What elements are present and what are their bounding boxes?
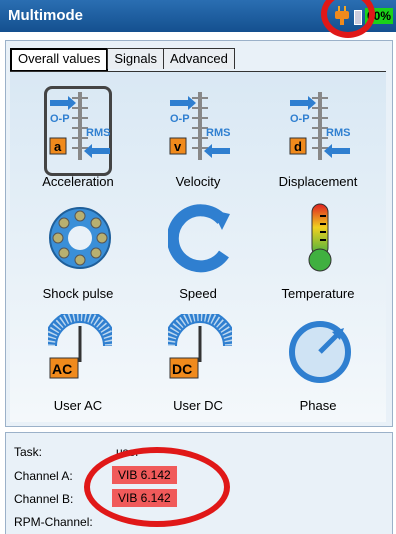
measurement-grid: O-P RMS a Acceleration O-P RMS v Velocit… — [10, 71, 386, 422]
svg-text:RMS: RMS — [326, 127, 350, 139]
user-dc-icon: DC — [168, 314, 232, 379]
speed-button[interactable]: Speed — [140, 192, 256, 304]
phase-label: Phase — [299, 398, 337, 413]
temperature-button[interactable]: Temperature — [260, 192, 376, 304]
channel-b-label: Channel B: — [14, 492, 74, 506]
shock-pulse-label: Shock pulse — [42, 286, 114, 301]
svg-text:O-P: O-P — [290, 113, 310, 125]
tab-bar: Overall values Signals Advanced — [10, 48, 235, 72]
title-bar: Multimode 00% — [0, 0, 396, 32]
speed-icon — [168, 204, 230, 273]
velocity-button[interactable]: O-P RMS v Velocity — [140, 80, 256, 192]
svg-text:O-P: O-P — [50, 113, 70, 125]
svg-text:d: d — [294, 139, 302, 154]
info-panel: Task: user Channel A: VIB 6.142 Channel … — [5, 432, 393, 534]
user-dc-label: User DC — [173, 398, 223, 413]
tab-signals[interactable]: Signals — [107, 48, 165, 69]
channel-a-value: VIB 6.142 — [112, 466, 177, 484]
shock-pulse-icon — [49, 207, 111, 269]
task-value: user — [116, 445, 140, 459]
battery-level: 00% — [365, 8, 394, 24]
task-label: Task: — [14, 445, 43, 459]
svg-text:a: a — [54, 139, 62, 154]
temperature-icon — [308, 203, 332, 272]
status-icons: 00% — [316, 6, 396, 26]
svg-text:O-P: O-P — [170, 113, 190, 125]
svg-text:v: v — [174, 139, 182, 154]
acceleration-label: Acceleration — [42, 174, 114, 189]
temperature-label: Temperature — [281, 286, 355, 301]
svg-text:RMS: RMS — [86, 127, 110, 139]
velocity-label: Velocity — [175, 174, 221, 189]
rpm-channel-label: RPM-Channel: — [14, 515, 93, 529]
tab-overall-values[interactable]: Overall values — [10, 48, 109, 72]
channel-a-label: Channel A: — [14, 469, 73, 483]
displacement-icon: O-P RMS d — [289, 92, 350, 160]
user-ac-button[interactable]: AC User AC — [20, 304, 136, 416]
displacement-label: Displacement — [278, 174, 358, 189]
shock-pulse-button[interactable]: Shock pulse — [20, 192, 136, 304]
app-title: Multimode — [8, 7, 83, 24]
acceleration-icon: O-P RMS a — [49, 92, 110, 160]
tab-advanced[interactable]: Advanced — [163, 48, 235, 69]
svg-text:AC: AC — [52, 361, 72, 377]
acceleration-button[interactable]: O-P RMS a Acceleration — [20, 80, 136, 192]
phase-icon — [289, 321, 351, 383]
battery-icon — [354, 10, 362, 25]
svg-text:RMS: RMS — [206, 127, 230, 139]
speed-label: Speed — [179, 286, 217, 301]
phase-button[interactable]: Phase — [260, 304, 376, 416]
user-ac-icon: AC — [48, 314, 112, 379]
svg-text:DC: DC — [172, 361, 192, 377]
plug-icon — [335, 6, 349, 25]
channel-b-value: VIB 6.142 — [112, 489, 177, 507]
velocity-icon: O-P RMS v — [169, 92, 230, 160]
user-ac-label: User AC — [53, 398, 103, 413]
user-dc-button[interactable]: DC User DC — [140, 304, 256, 416]
displacement-button[interactable]: O-P RMS d Displacement — [260, 80, 376, 192]
